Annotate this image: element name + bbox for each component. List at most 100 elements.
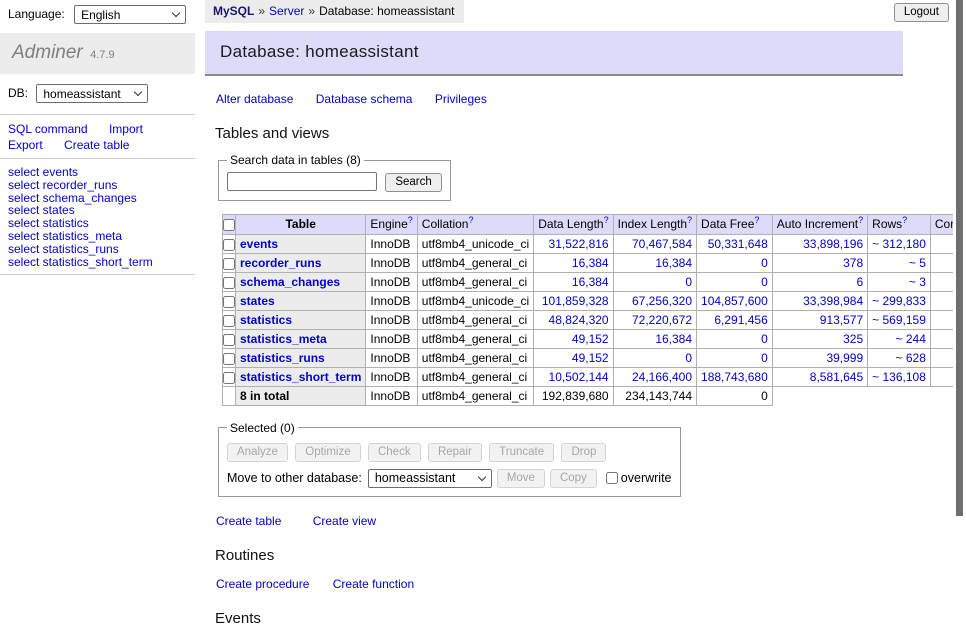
scrollbar-thumb[interactable] [956, 0, 963, 516]
index-length-link[interactable]: 16,384 [655, 332, 692, 346]
row-checkbox[interactable] [223, 315, 235, 327]
data-length-link[interactable]: 10,502,144 [549, 370, 609, 384]
index-length-link[interactable]: 72,220,672 [632, 313, 692, 327]
rows-count-link[interactable]: ~ 5 [909, 256, 926, 270]
auto-increment-link[interactable]: 378 [843, 256, 863, 270]
row-checkbox[interactable] [223, 353, 235, 365]
database-schema-link[interactable]: Database schema [316, 92, 413, 106]
data-length-link[interactable]: 16,384 [572, 275, 609, 289]
analyze-button[interactable]: Analyze [227, 443, 288, 462]
total-index-length: 234,143,744 [613, 386, 696, 405]
auto-increment-link[interactable]: 913,577 [820, 313, 863, 327]
row-checkbox[interactable] [223, 296, 235, 308]
breadcrumb-mysql-link[interactable]: MySQL [213, 4, 254, 18]
truncate-button[interactable]: Truncate [489, 443, 554, 462]
rows-count-link[interactable]: ~ 312,180 [872, 237, 926, 251]
sidebar-link-import[interactable]: Import [109, 122, 143, 136]
table-link[interactable]: statistics_short_term [240, 370, 361, 384]
auto-increment-link[interactable]: 39,999 [826, 351, 863, 365]
search-input[interactable] [227, 172, 377, 191]
sidebar-link-export[interactable]: Export [8, 138, 43, 152]
auto-increment-link[interactable]: 33,898,196 [803, 237, 863, 251]
data-free-link[interactable]: 0 [761, 256, 768, 270]
table-link[interactable]: statistics [240, 313, 292, 327]
table-link[interactable]: statistics_runs [240, 351, 325, 365]
rows-count-link[interactable]: ~ 299,833 [872, 294, 926, 308]
repair-button[interactable]: Repair [428, 443, 482, 462]
row-checkbox[interactable] [223, 372, 235, 384]
help-link[interactable]: ? [858, 215, 863, 225]
table-link[interactable]: states [240, 294, 275, 308]
engine-cell: InnoDB [366, 234, 417, 253]
overwrite-checkbox[interactable] [606, 472, 618, 484]
data-length-link[interactable]: 49,152 [572, 351, 609, 365]
alter-database-link[interactable]: Alter database [216, 92, 293, 106]
row-checkbox[interactable] [223, 239, 235, 251]
table-link[interactable]: schema_changes [240, 275, 340, 289]
sidebar-link-create-table[interactable]: Create table [64, 138, 129, 152]
table-link[interactable]: events [240, 237, 278, 251]
index-length-link[interactable]: 16,384 [655, 256, 692, 270]
auto-increment-link[interactable]: 6 [856, 275, 863, 289]
check-button[interactable]: Check [368, 443, 421, 462]
drop-button[interactable]: Drop [561, 443, 606, 462]
help-link[interactable]: ? [754, 215, 759, 225]
move-button[interactable]: Move [497, 469, 545, 488]
sidebar-item-select-statistics-short-term[interactable]: select statistics_short_term [8, 255, 153, 269]
privileges-link[interactable]: Privileges [435, 92, 487, 106]
sidebar-table-list: select events select recorder_runs selec… [0, 166, 195, 268]
divider [0, 274, 195, 275]
data-free-link[interactable]: 6,291,456 [714, 313, 767, 327]
data-length-link[interactable]: 101,859,328 [542, 294, 609, 308]
select-all-checkbox[interactable] [223, 219, 235, 231]
data-free-link[interactable]: 188,743,680 [701, 370, 768, 384]
create-procedure-link[interactable]: Create procedure [216, 577, 309, 591]
create-view-link[interactable]: Create view [313, 514, 376, 528]
index-length-link[interactable]: 0 [685, 275, 692, 289]
help-link[interactable]: ? [902, 215, 907, 225]
rows-count-link[interactable]: ~ 628 [896, 351, 926, 365]
help-link[interactable]: ? [408, 215, 413, 225]
data-length-link[interactable]: 48,824,320 [549, 313, 609, 327]
breadcrumb-server-link[interactable]: Server [269, 4, 304, 18]
index-length-link[interactable]: 70,467,584 [632, 237, 692, 251]
index-length-link[interactable]: 0 [685, 351, 692, 365]
create-function-link[interactable]: Create function [333, 577, 414, 591]
move-to-database-label: Move to other database: [227, 471, 362, 485]
data-free-link[interactable]: 0 [761, 275, 768, 289]
copy-button[interactable]: Copy [550, 469, 597, 488]
data-free-link[interactable]: 50,331,648 [708, 237, 768, 251]
data-free-link[interactable]: 0 [761, 351, 768, 365]
data-free-link[interactable]: 0 [761, 332, 768, 346]
optimize-button[interactable]: Optimize [295, 443, 360, 462]
data-free-link[interactable]: 104,857,600 [701, 294, 768, 308]
rows-count-link[interactable]: ~ 569,159 [872, 313, 926, 327]
table-link[interactable]: recorder_runs [240, 256, 321, 270]
rows-count-link[interactable]: ~ 244 [896, 332, 926, 346]
sidebar-link-sql-command[interactable]: SQL command [8, 122, 88, 136]
logout-button[interactable]: Logout [894, 3, 949, 22]
rows-count-link[interactable]: ~ 136,108 [872, 370, 926, 384]
rows-count-link[interactable]: ~ 3 [909, 275, 926, 289]
table-row: states InnoDB utf8mb4_unicode_ci 101,859… [223, 291, 966, 310]
data-length-link[interactable]: 49,152 [572, 332, 609, 346]
data-length-link[interactable]: 31,522,816 [549, 237, 609, 251]
auto-increment-link[interactable]: 8,581,645 [810, 370, 863, 384]
index-length-link[interactable]: 67,256,320 [632, 294, 692, 308]
help-link[interactable]: ? [468, 215, 473, 225]
auto-increment-link[interactable]: 33,398,984 [803, 294, 863, 308]
search-button[interactable]: Search [385, 173, 441, 192]
language-select[interactable]: English [74, 5, 186, 24]
row-checkbox[interactable] [223, 258, 235, 270]
data-length-link[interactable]: 16,384 [572, 256, 609, 270]
table-link[interactable]: statistics_meta [240, 332, 327, 346]
auto-increment-link[interactable]: 325 [843, 332, 863, 346]
help-link[interactable]: ? [687, 215, 692, 225]
create-table-link[interactable]: Create table [216, 514, 281, 528]
help-link[interactable]: ? [604, 215, 609, 225]
index-length-link[interactable]: 24,166,400 [632, 370, 692, 384]
row-checkbox[interactable] [223, 334, 235, 346]
row-checkbox[interactable] [223, 277, 235, 289]
target-database-select[interactable]: homeassistant [368, 469, 492, 488]
db-select[interactable]: homeassistant [36, 84, 148, 103]
